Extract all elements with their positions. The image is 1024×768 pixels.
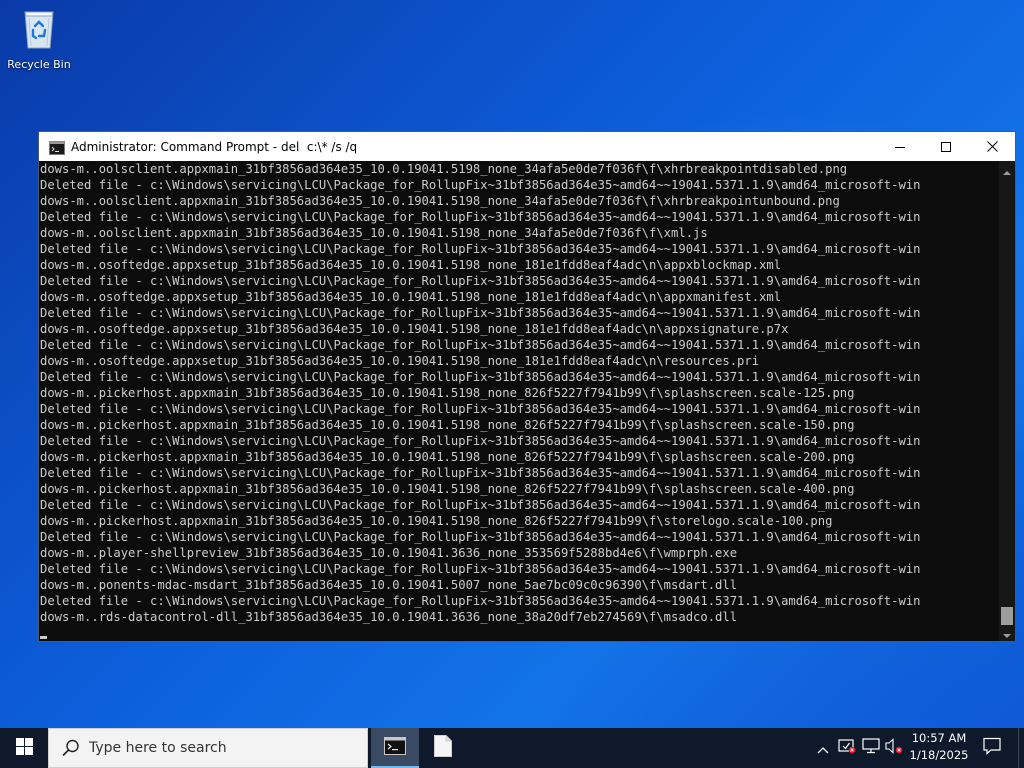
console-line: Deleted file - c:\Windows\servicing\LCU\… [40, 530, 921, 544]
console-line: dows-m..player-shellpreview_31bf3856ad36… [40, 546, 738, 560]
console-line: dows-m..pickerhost.appxmain_31bf3856ad36… [40, 482, 855, 496]
taskbar-clock[interactable]: 10:57 AM 1/18/2025 [904, 730, 974, 766]
scroll-up-button[interactable] [999, 161, 1015, 177]
console-line: Deleted file - c:\Windows\servicing\LCU\… [40, 178, 921, 192]
console-line: Deleted file - c:\Windows\servicing\LCU\… [40, 562, 921, 576]
command-prompt-icon [49, 140, 65, 155]
console-line: Deleted file - c:\Windows\servicing\LCU\… [40, 402, 921, 416]
window-controls [877, 132, 1015, 161]
console-line: dows-m..osoftedge.appxsetup_31bf3856ad36… [40, 354, 760, 368]
close-icon [986, 137, 998, 156]
console-line: Deleted file - c:\Windows\servicing\LCU\… [40, 274, 921, 288]
notification-center-button[interactable] [974, 728, 1010, 768]
document-icon [434, 735, 452, 761]
clock-date: 1/18/2025 [909, 748, 969, 762]
scroll-down-arrow-icon [1003, 624, 1011, 643]
title-bar[interactable]: Administrator: Command Prompt - del c:\*… [39, 132, 1015, 161]
scrollbar-thumb[interactable] [1001, 607, 1013, 625]
chevron-up-icon [817, 739, 829, 758]
console-output[interactable]: dows-m..oolsclient.appxmain_31bf3856ad36… [39, 161, 999, 641]
console-line: dows-m..oolsclient.appxmain_31bf3856ad36… [40, 194, 840, 208]
console-line: Deleted file - c:\Windows\servicing\LCU\… [40, 210, 921, 224]
console-line: Deleted file - c:\Windows\servicing\LCU\… [40, 306, 921, 320]
console-line: dows-m..pickerhost.appxmain_31bf3856ad36… [40, 386, 855, 400]
search-placeholder: Type here to search [89, 740, 227, 756]
volume-muted-icon [885, 738, 903, 758]
scroll-up-arrow-icon [1003, 160, 1011, 179]
network-icon [862, 738, 880, 758]
maximize-icon [941, 137, 951, 156]
recycle-bin-icon [17, 6, 61, 50]
vertical-scrollbar[interactable] [999, 161, 1015, 641]
show-hidden-icons-button[interactable] [812, 728, 834, 768]
command-prompt-window[interactable]: Administrator: Command Prompt - del c:\*… [38, 131, 1016, 642]
console-line: dows-m..oolsclient.appxmain_31bf3856ad36… [40, 226, 708, 240]
console-line: Deleted file - c:\Windows\servicing\LCU\… [40, 466, 921, 480]
console-line: dows-m..pickerhost.appxmain_31bf3856ad36… [40, 450, 855, 464]
window-title: Administrator: Command Prompt - del c:\*… [71, 139, 358, 154]
console-line: Deleted file - c:\Windows\servicing\LCU\… [40, 594, 921, 608]
console-line: dows-m..osoftedge.appxsetup_31bf3856ad36… [40, 258, 782, 272]
notification-icon [983, 737, 1001, 759]
taskbar-search-box[interactable]: Type here to search [48, 728, 368, 768]
console-line: Deleted file - c:\Windows\servicing\LCU\… [40, 242, 921, 256]
show-desktop-button[interactable] [1018, 728, 1024, 768]
network-button[interactable] [860, 728, 882, 768]
maximize-button[interactable] [923, 132, 969, 161]
taskbar-app-document[interactable] [419, 728, 467, 768]
console-line: Deleted file - c:\Windows\servicing\LCU\… [40, 498, 921, 512]
console-line: dows-m..oolsclient.appxmain_31bf3856ad36… [40, 162, 848, 176]
minimize-button[interactable] [877, 132, 923, 161]
start-button[interactable] [0, 728, 48, 768]
command-prompt-icon [384, 737, 406, 759]
console-line: Deleted file - c:\Windows\servicing\LCU\… [40, 338, 921, 352]
console-line: dows-m..rds-datacontrol-dll_31bf3856ad36… [40, 610, 738, 624]
console-line: dows-m..osoftedge.appxsetup_31bf3856ad36… [40, 290, 782, 304]
desktop-icon-recycle-bin[interactable]: Recycle Bin [4, 6, 74, 76]
console-line: dows-m..ponents-mdac-msdart_31bf3856ad36… [40, 578, 738, 592]
console-line: Deleted file - c:\Windows\servicing\LCU\… [40, 434, 921, 448]
console-line: dows-m..pickerhost.appxmain_31bf3856ad36… [40, 514, 833, 528]
windows-logo-icon [15, 737, 33, 759]
minimize-icon [895, 137, 905, 156]
console-line: Deleted file - c:\Windows\servicing\LCU\… [40, 370, 921, 384]
clock-time: 10:57 AM [911, 731, 967, 745]
console-line: dows-m..osoftedge.appxsetup_31bf3856ad36… [40, 322, 789, 336]
text-cursor [40, 636, 47, 639]
volume-button[interactable] [884, 728, 904, 768]
taskbar: Type here to search 10:57 AM 1/18/2025 [0, 728, 1024, 768]
scroll-down-button[interactable] [999, 625, 1015, 641]
taskbar-app-command-prompt[interactable] [371, 728, 419, 768]
windows-security-icon [838, 738, 856, 758]
search-icon [61, 738, 81, 758]
desktop-icon-label: Recycle Bin [7, 58, 71, 71]
close-button[interactable] [969, 132, 1015, 161]
console-line: dows-m..pickerhost.appxmain_31bf3856ad36… [40, 418, 855, 432]
windows-security-button[interactable] [836, 728, 858, 768]
